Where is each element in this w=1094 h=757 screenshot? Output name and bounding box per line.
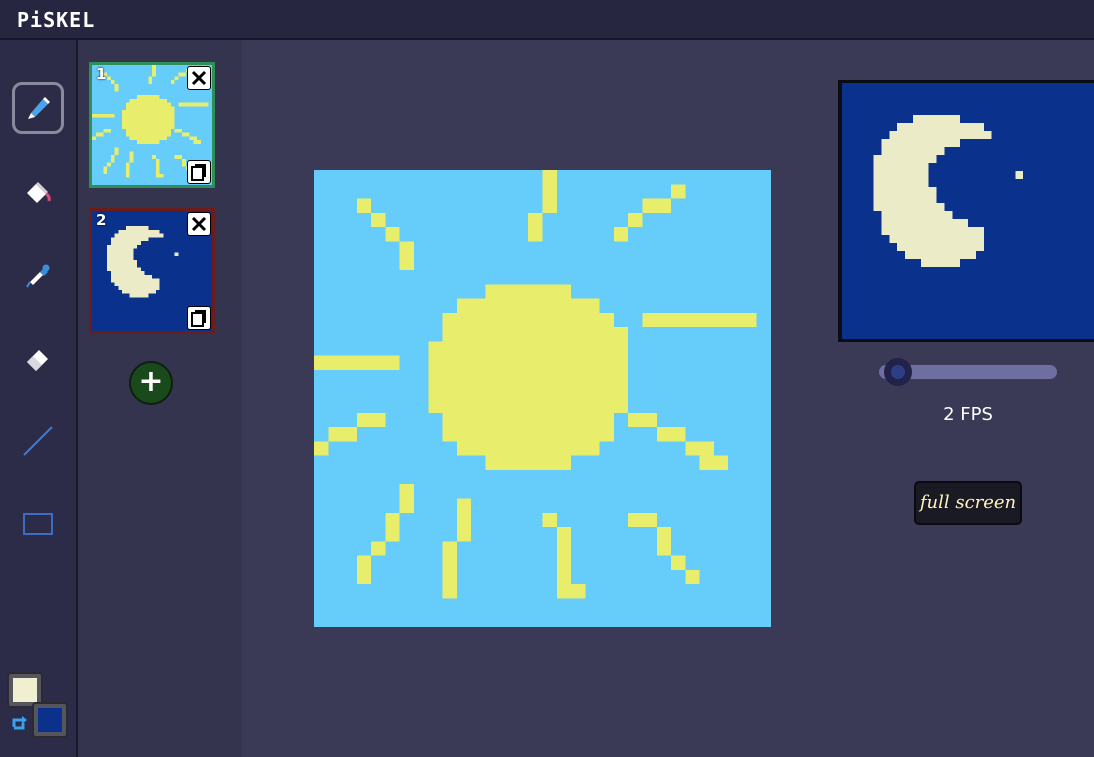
pen-tool-button[interactable] [12, 82, 64, 134]
delete-frame-button[interactable] [187, 66, 211, 90]
duplicate-frame-button[interactable] [187, 306, 211, 330]
secondary-color-swatch[interactable] [32, 702, 68, 738]
frame-number: 2 [96, 211, 107, 229]
frames-panel: 1 2 + [78, 40, 242, 757]
close-icon [191, 216, 207, 232]
rectangle-tool-button[interactable] [12, 498, 64, 550]
frame-thumbnail-2[interactable]: 2 [89, 208, 215, 334]
copy-icon [191, 310, 206, 327]
delete-frame-button[interactable] [187, 212, 211, 236]
eyedropper-icon [26, 264, 50, 288]
line-tool-button[interactable] [12, 415, 64, 467]
add-frame-button[interactable]: + [129, 361, 173, 405]
top-bar: PiSKEL [0, 0, 1094, 40]
rectangle-icon [23, 513, 53, 535]
swap-colors-icon[interactable] [11, 712, 31, 732]
secondary-color-fill [38, 708, 62, 732]
fps-label: 2 FPS [943, 404, 993, 425]
duplicate-frame-button[interactable] [187, 160, 211, 184]
fps-slider[interactable] [879, 358, 1057, 386]
eraser-tool-button[interactable] [12, 333, 64, 385]
app-logo[interactable]: PiSKEL [17, 8, 95, 32]
drawing-canvas[interactable] [314, 170, 771, 627]
frame-number: 1 [96, 65, 107, 83]
close-icon [191, 70, 207, 86]
fullscreen-button[interactable]: full screen [914, 481, 1022, 525]
pen-icon [28, 97, 50, 119]
line-icon [23, 426, 53, 456]
color-picker-tool-button[interactable] [12, 250, 64, 302]
fps-slider-handle[interactable] [884, 358, 912, 386]
paint-bucket-tool-button[interactable] [12, 166, 64, 218]
frame-thumbnail-1[interactable]: 1 [89, 62, 215, 188]
eraser-icon [27, 350, 48, 371]
primary-color-fill [13, 678, 37, 702]
tool-bar [0, 40, 78, 757]
animation-preview [838, 80, 1094, 342]
preview-image [842, 83, 1094, 339]
copy-icon [191, 164, 206, 181]
paint-bucket-icon [27, 182, 51, 203]
